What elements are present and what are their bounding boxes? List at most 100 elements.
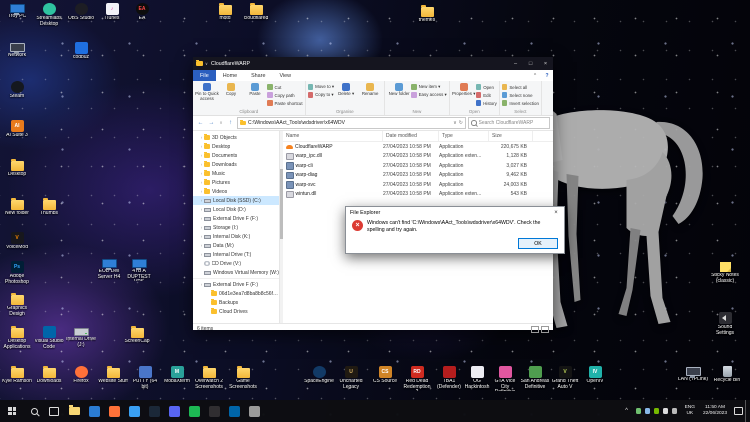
minimize-button[interactable]: –: [508, 57, 523, 70]
ribbon-button-copy-path[interactable]: Copy path: [267, 91, 303, 99]
desktop-icon-codbuz[interactable]: codbuz: [66, 42, 96, 61]
hidden-icons-button[interactable]: ^: [621, 408, 633, 414]
recent-locations-icon[interactable]: ∨: [218, 119, 224, 128]
title-bar[interactable]: ∨ CloudflareWARP – □ ×: [193, 57, 553, 70]
nav-item-music[interactable]: ›Music: [193, 169, 279, 178]
nav-item-local-disk-d[interactable]: ›Local Disk (D:): [193, 205, 279, 214]
nav-item-pictures[interactable]: ›Pictures: [193, 178, 279, 187]
desktop-icon-downloads[interactable]: Downloads: [34, 366, 64, 385]
ribbon-button-paste[interactable]: Paste: [243, 82, 267, 97]
desktop-icon-firefox[interactable]: Firefox: [66, 366, 96, 385]
desktop-icon-putty-64-bit[interactable]: PuTTY (64 bit): [130, 366, 160, 390]
desktop-icon-new-folder[interactable]: New folder: [2, 198, 32, 217]
desktop-icon-itunes[interactable]: ♪iTunes: [97, 3, 127, 22]
back-button[interactable]: ←: [196, 119, 205, 128]
desktop-icon-lan-tplink[interactable]: LAN (TPLink): [678, 366, 708, 383]
maximize-button[interactable]: □: [523, 57, 538, 70]
desktop-icon-troy-pc[interactable]: Troy PC: [2, 3, 32, 20]
taskbar-edge[interactable]: [84, 400, 104, 422]
search-box[interactable]: Search CloudflareWARP: [468, 117, 550, 129]
desktop-icon-uncharted-legacy[interactable]: UUncharted Legacy: [336, 366, 366, 390]
desktop-icon-sound-settings[interactable]: Sound Settings: [710, 312, 740, 336]
file-row-wintun-dll[interactable]: wintun.dll27/04/2023 10:58 PMApplication…: [283, 190, 553, 200]
desktop-icon-screencap[interactable]: ScreenCap: [122, 326, 152, 345]
desktop-icon-recycle-bin[interactable]: Recycle Bin: [712, 366, 742, 384]
tray-volume-icon[interactable]: [663, 408, 669, 414]
desktop-icon-red-dead-redemption-2[interactable]: RDRed Dead Redemption 2: [402, 366, 432, 391]
nav-item-windows-virtual-memory-w[interactable]: Windows Virtual Memory (W:): [193, 268, 279, 277]
language-indicator[interactable]: ENG UK: [681, 405, 699, 417]
file-row-warp-svc[interactable]: warp-svc27/04/2023 10:58 PMApplication24…: [283, 180, 553, 190]
refresh-icon[interactable]: ↻: [459, 120, 463, 126]
desktop-icon-desktop-applications[interactable]: Desktop Applications: [2, 326, 32, 350]
taskbar-steam[interactable]: [144, 400, 164, 422]
nav-item-local-disk-ssd-c[interactable]: ›Local Disk (SSD) (C:): [193, 196, 279, 205]
desktop-icon-overwatch-2-screenshots[interactable]: Overwatch 2 Screenshots: [194, 366, 224, 390]
tray-network-icon[interactable]: [672, 408, 678, 414]
dialog-title-bar[interactable]: File Explorer ×: [346, 207, 564, 219]
ribbon-button-pin-to-quick-access[interactable]: Pin to Quick access: [195, 82, 219, 102]
ribbon-button-new-folder[interactable]: New folder: [387, 82, 411, 97]
desktop-icon-san-andreas-definitive[interactable]: San Andreas Definitive: [520, 366, 550, 390]
nav-item-backups[interactable]: Backups: [193, 298, 279, 307]
taskbar-spotify[interactable]: [184, 400, 204, 422]
desktop-icon-og-hackintosh[interactable]: OG Hackintosh: [462, 366, 492, 390]
ribbon-button-open[interactable]: Open: [476, 83, 497, 91]
desktop-icon-4tb-a-duptest-vps[interactable]: 4TB A DUPTEST VPS: [124, 258, 154, 281]
action-center-icon[interactable]: [731, 400, 745, 422]
nav-item-storage-i[interactable]: ›Storage (I:): [193, 223, 279, 232]
ribbon-button-select-all[interactable]: Select all: [502, 83, 539, 91]
desktop-icon-cloudflared[interactable]: cloudflared: [241, 3, 271, 22]
dialog-close-button[interactable]: ×: [548, 207, 564, 219]
desktop-icon-gta-vice-city-definitive[interactable]: GTA Vice City Definitive: [490, 366, 520, 391]
file-row-warp-cli[interactable]: warp-cli27/04/2023 10:58 PMApplication3,…: [283, 161, 553, 171]
nav-item-internal-disk-k[interactable]: ›Internal Disk (K:): [193, 232, 279, 241]
taskbar-discord[interactable]: [164, 400, 184, 422]
desktop-icon-ai-suite-3[interactable]: AIAI Suite 3: [2, 120, 32, 139]
ribbon-button-properties[interactable]: Properties ▾: [452, 82, 476, 97]
ribbon-button-move-to[interactable]: Move to ▾: [308, 83, 335, 91]
taskbar-mail[interactable]: [124, 400, 144, 422]
tab-file[interactable]: File: [193, 70, 216, 81]
nav-item-internal-drive-t[interactable]: ›Internal Drive (T:): [193, 250, 279, 259]
ribbon-button-new-item[interactable]: New item ▾: [411, 83, 447, 91]
desktop-icon-sticky-notes-classic[interactable]: Sticky Notes (classic): [710, 262, 740, 284]
taskbar-file-explorer[interactable]: [64, 400, 84, 422]
desktop-icon-eod-dell-server-h4[interactable]: EOD Dell Server H4: [94, 258, 124, 280]
column-header-type[interactable]: Type: [439, 131, 489, 141]
file-row-cloudflarewarp[interactable]: CloudflareWARP27/04/2023 10:58 PMApplica…: [283, 142, 553, 152]
desktop-icon-grand-theft-auto-v[interactable]: VGrand Theft Auto V: [550, 366, 580, 390]
desktop-icon-cs-source[interactable]: CSCS Source: [370, 366, 400, 385]
scrollbar-thumb[interactable]: [280, 169, 283, 239]
address-bar[interactable]: C:\Windows\AAct_Tools\wdsdriver\x64WDV ∨…: [237, 117, 466, 129]
ribbon-button-rename[interactable]: Rename: [358, 82, 382, 97]
desktop-icon-internal-drive-j[interactable]: Internal Drive (J:): [66, 326, 96, 348]
ribbon-button-cut[interactable]: Cut: [267, 83, 303, 91]
taskbar-vscode[interactable]: [224, 400, 244, 422]
nav-item-external-drive-f-f[interactable]: ›External Drive F (F:): [193, 214, 279, 223]
task-view-button[interactable]: [44, 400, 64, 422]
nav-item-data-m[interactable]: ›Data (M:): [193, 241, 279, 250]
nav-item-downloads[interactable]: ›Downloads: [193, 160, 279, 169]
column-header-size[interactable]: Size: [489, 131, 533, 141]
tray-antivirus-icon[interactable]: [636, 408, 642, 414]
desktop-icon-openiv[interactable]: IVOpenIV: [580, 366, 610, 385]
taskbar-settings[interactable]: [244, 400, 264, 422]
taskbar-firefox[interactable]: [104, 400, 124, 422]
nav-item-desktop[interactable]: ›Desktop: [193, 142, 279, 151]
nav-item-external-drive-f-f[interactable]: ›External Drive F (F:): [193, 278, 279, 289]
ok-button[interactable]: OK: [518, 238, 558, 249]
tab-share[interactable]: Share: [244, 70, 272, 81]
desktop-icon-spaceengine[interactable]: SpaceEngine: [304, 366, 334, 385]
desktop-icon-network[interactable]: Network: [2, 42, 32, 59]
desktop-icon-graphics-design[interactable]: Graphics Design: [2, 293, 32, 317]
file-row-warp-diag[interactable]: warp-diag27/04/2023 10:58 PMApplication9…: [283, 171, 553, 181]
ribbon-button-select-none[interactable]: Select none: [502, 91, 539, 99]
nav-item-cd-drive-v[interactable]: CD Drive (V:): [193, 259, 279, 268]
clock[interactable]: 11:50 AM 22/06/2023: [699, 405, 731, 417]
desktop-icon-mobaxterm[interactable]: MMobaXterm: [162, 366, 192, 385]
ribbon-button-copy-to[interactable]: Copy to ▾: [308, 91, 335, 99]
desktop-icon-themes[interactable]: themes: [412, 5, 442, 24]
column-header-name[interactable]: Name: [283, 131, 383, 141]
up-button[interactable]: ↑: [226, 119, 235, 128]
